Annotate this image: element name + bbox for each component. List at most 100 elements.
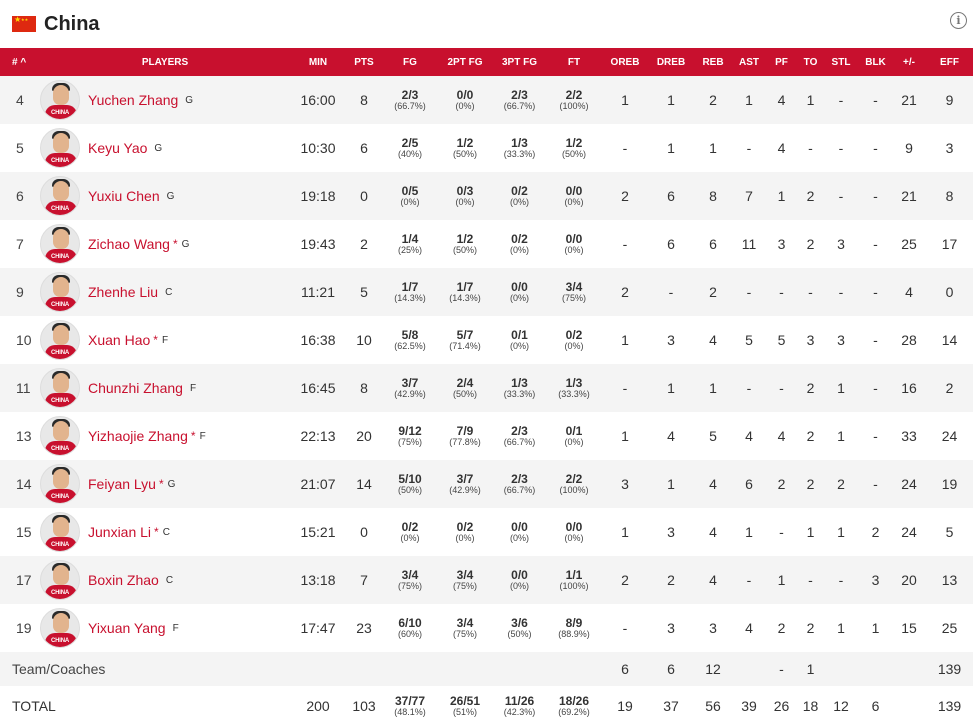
stat-stl: 1 xyxy=(837,428,845,444)
player-avatar[interactable]: CHINA xyxy=(40,464,80,504)
stat-eff: 2 xyxy=(945,380,954,396)
player-cell: CHINA Yuxiu Chen G xyxy=(40,172,290,220)
jersey-number: 7 xyxy=(16,236,24,252)
avatar-jersey-text: CHINA xyxy=(51,494,69,500)
col-pts[interactable]: PTS xyxy=(346,48,382,76)
stat-fg: 9/12 (75%) xyxy=(397,423,422,447)
player-name-link[interactable]: Zhenhe Liu xyxy=(88,284,158,300)
avatar-jersey-text: CHINA xyxy=(51,590,69,596)
jersey-number: 14 xyxy=(16,476,32,492)
player-name-link[interactable]: Feiyan Lyu xyxy=(88,476,156,492)
col-reb[interactable]: REB xyxy=(693,48,733,76)
stat-ast: 5 xyxy=(745,332,753,348)
stat-eff: 5 xyxy=(945,524,954,540)
table-header-row: # ^ PLAYERS MIN PTS FG 2PT FG 3PT FG FT … xyxy=(0,48,973,76)
player-avatar[interactable]: CHINA xyxy=(40,272,80,312)
player-position: G xyxy=(166,190,175,202)
stat-plus-minus: 20 xyxy=(901,572,917,588)
stat-oreb: - xyxy=(622,620,628,636)
stat-dreb: 6 xyxy=(667,236,675,252)
player-name-link[interactable]: Yuxiu Chen xyxy=(88,188,160,204)
team-title: China xyxy=(44,12,100,35)
player-avatar[interactable]: CHINA xyxy=(40,80,80,120)
player-position: C xyxy=(165,574,174,586)
col-number-sort[interactable]: # ^ xyxy=(0,48,40,76)
stat-ft: 0/0 (0%) xyxy=(564,183,584,207)
avatar-jersey-text: CHINA xyxy=(51,542,69,548)
player-name-link[interactable]: Keyu Yao xyxy=(88,140,147,156)
stat-stl: - xyxy=(838,572,844,588)
col-3pt-fg[interactable]: 3PT FG xyxy=(492,48,547,76)
avatar-jersey-text: CHINA xyxy=(51,350,69,356)
player-name-link[interactable]: Yixuan Yang xyxy=(88,620,166,636)
stat-ft: 0/2 (0%) xyxy=(564,327,584,351)
player-avatar[interactable]: CHINA xyxy=(40,560,80,600)
player-avatar[interactable]: CHINA xyxy=(40,176,80,216)
stat-eff: 8 xyxy=(945,188,954,204)
stat-oreb: 2 xyxy=(621,188,629,204)
stat-blk: - xyxy=(873,380,878,396)
col-ast[interactable]: AST xyxy=(733,48,765,76)
stat-3pt-fg: 0/2 (0%) xyxy=(509,183,529,207)
stat-pts: 5 xyxy=(360,284,368,300)
stat-min: 10:30 xyxy=(300,140,336,156)
player-cell: CHINA Feiyan Lyu * G xyxy=(40,460,290,508)
col-ft[interactable]: FT xyxy=(547,48,601,76)
player-position: G xyxy=(167,478,176,490)
stat-pf: 2 xyxy=(777,620,786,636)
col-eff[interactable]: EFF xyxy=(926,48,973,76)
stat-plus-minus: 21 xyxy=(901,188,917,204)
player-avatar[interactable]: CHINA xyxy=(40,224,80,264)
info-icon[interactable]: i xyxy=(950,12,967,29)
stat-pts: 8 xyxy=(360,380,368,396)
player-cell: CHINA Chunzhi Zhang F xyxy=(40,364,290,412)
col-oreb[interactable]: OREB xyxy=(601,48,649,76)
stat-reb: 4 xyxy=(709,332,717,348)
col-blk[interactable]: BLK xyxy=(859,48,892,76)
stat-oreb: - xyxy=(622,236,628,252)
stat-pts: 0 xyxy=(360,524,368,540)
col-2pt-fg[interactable]: 2PT FG xyxy=(438,48,492,76)
stat-3pt-fg: 3/6 (50%) xyxy=(507,615,532,639)
player-name-link[interactable]: Zichao Wang xyxy=(88,236,170,252)
stat-reb: 4 xyxy=(709,524,717,540)
stat-min: 16:38 xyxy=(300,332,336,348)
stat-2pt-fg: 2/4 (50%) xyxy=(452,375,477,399)
col-dreb[interactable]: DREB xyxy=(649,48,693,76)
col-min[interactable]: MIN xyxy=(290,48,346,76)
player-name-link[interactable]: Yuchen Zhang xyxy=(88,92,178,108)
stat-dreb: 1 xyxy=(667,92,675,108)
player-avatar[interactable]: CHINA xyxy=(40,416,80,456)
col-fg[interactable]: FG xyxy=(382,48,438,76)
player-name-link[interactable]: Yizhaojie Zhang xyxy=(88,428,188,444)
player-name-link[interactable]: Boxin Zhao xyxy=(88,572,159,588)
team-pf: - xyxy=(779,661,784,677)
player-avatar[interactable]: CHINA xyxy=(40,320,80,360)
jersey-number: 19 xyxy=(16,620,32,636)
player-avatar[interactable]: CHINA xyxy=(40,368,80,408)
stat-eff: 17 xyxy=(941,236,958,252)
stat-dreb: 4 xyxy=(667,428,675,444)
col-to[interactable]: TO xyxy=(798,48,823,76)
stat-fg: 0/5 (0%) xyxy=(400,183,420,207)
team-plus-minus xyxy=(892,652,926,686)
total-row: TOTAL 200 103 37/77 (48.1%) 26/51 (51%) 11… xyxy=(0,686,973,720)
stat-ast: 11 xyxy=(741,236,757,252)
col-pf[interactable]: PF xyxy=(765,48,798,76)
stat-2pt-fg: 5/7 (71.4%) xyxy=(449,327,481,351)
stat-pf: 3 xyxy=(777,236,786,252)
player-avatar[interactable]: CHINA xyxy=(40,128,80,168)
col-players[interactable]: PLAYERS xyxy=(40,48,290,76)
stat-3pt-fg: 1/3 (33.3%) xyxy=(503,375,536,399)
col-plus-minus[interactable]: +/- xyxy=(892,48,926,76)
player-name-link[interactable]: Xuan Hao xyxy=(88,332,150,348)
player-name-link[interactable]: Chunzhi Zhang xyxy=(88,380,183,396)
stat-2pt-fg: 3/4 (75%) xyxy=(452,567,477,591)
player-name-link[interactable]: Junxian Li xyxy=(88,524,151,540)
stat-eff: 3 xyxy=(945,140,954,156)
stat-pts: 23 xyxy=(356,620,372,636)
col-stl[interactable]: STL xyxy=(823,48,859,76)
player-avatar[interactable]: CHINA xyxy=(40,512,80,552)
player-avatar[interactable]: CHINA xyxy=(40,608,80,648)
stat-ft: 1/1 (100%) xyxy=(559,567,589,591)
